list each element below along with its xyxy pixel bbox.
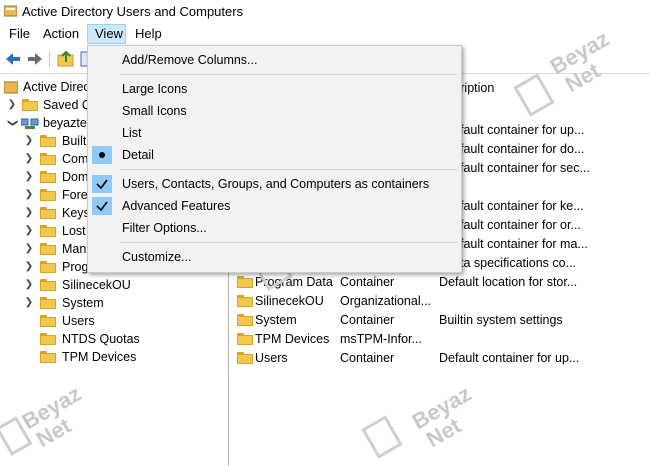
chevron-right-icon[interactable]: ❯ [24, 222, 34, 240]
row-type: Container [340, 275, 395, 289]
tree-item-label: Fore [62, 188, 88, 202]
row-description: Builtin system settings [439, 313, 563, 327]
row-name: SilinecekOU [255, 294, 324, 308]
app-icon [4, 5, 17, 17]
ou-folder-icon [40, 171, 56, 183]
row-name: Users [255, 351, 288, 365]
toolbar-divider [49, 51, 50, 67]
chevron-right-icon[interactable]: ❯ [24, 132, 34, 150]
tree-item-label: System [62, 296, 104, 310]
menu-item-detail[interactable]: Detail [89, 145, 459, 165]
menu-item-users-contacts-containers[interactable]: Users, Contacts, Groups, and Computers a… [89, 174, 459, 194]
chevron-right-icon[interactable]: ❯ [24, 294, 34, 312]
tree-item-label: TPM Devices [62, 350, 137, 364]
chevron-right-icon[interactable]: ❯ [24, 240, 34, 258]
tree-item-label: Man [62, 242, 87, 256]
folder-icon [40, 297, 56, 309]
folder-icon [237, 352, 253, 364]
up-folder-icon[interactable] [56, 49, 76, 69]
ou-folder-icon [40, 279, 56, 291]
row-type: Container [340, 351, 395, 365]
table-row[interactable]: TPM Devices msTPM-Infor... [232, 330, 650, 349]
menu-item-filter-options[interactable]: Filter Options... [89, 218, 459, 238]
folder-icon [22, 99, 38, 111]
ad-console-icon [4, 81, 18, 94]
chevron-down-icon[interactable]: ❯ [3, 118, 21, 128]
table-row[interactable]: Program Data Container Default location … [232, 273, 650, 292]
menu-help[interactable]: Help [128, 24, 169, 44]
chevron-right-icon[interactable]: ❯ [24, 258, 34, 276]
forward-arrow-icon[interactable] [25, 49, 45, 69]
row-description: ta specifications co... [460, 256, 577, 270]
menu-view[interactable]: View [87, 24, 126, 44]
row-description: fault container for ma... [460, 237, 588, 251]
chevron-right-icon[interactable]: ❯ [24, 168, 34, 186]
menu-item-large-icons[interactable]: Large Icons [89, 79, 459, 99]
folder-icon [40, 315, 56, 327]
menu-separator [119, 74, 457, 75]
row-name: TPM Devices [255, 332, 330, 346]
row-description: fault container for ke... [460, 199, 584, 213]
row-type: Container [340, 313, 395, 327]
folder-icon [40, 153, 56, 165]
folder-icon [40, 135, 56, 147]
row-type: Organizational... [340, 294, 432, 308]
menu-item-advanced-features[interactable]: Advanced Features [89, 196, 459, 216]
tree-item-label: Saved Q [43, 98, 92, 112]
menu-item-small-icons[interactable]: Small Icons [89, 101, 459, 121]
ou-folder-icon [237, 295, 253, 307]
folder-icon [40, 351, 56, 363]
tree-item-label: Dom [62, 170, 89, 184]
domain-icon [21, 118, 39, 129]
tree-item-label: Com [62, 152, 89, 166]
chevron-right-icon[interactable]: ❯ [24, 150, 34, 168]
row-type: msTPM-Infor... [340, 332, 422, 346]
row-description: Default location for stor... [439, 275, 578, 289]
menu-separator [119, 242, 457, 243]
menu-bar: File Action View Help [0, 24, 650, 45]
row-description: fault container for up... [460, 123, 585, 137]
tree-item-label: Keys [62, 206, 90, 220]
checkmark-icon [92, 197, 112, 215]
tree-item-label: Built [62, 134, 87, 148]
folder-icon [40, 333, 56, 345]
table-row[interactable]: SilinecekOU Organizational... [232, 292, 650, 311]
menu-item-add-remove-columns[interactable]: Add/Remove Columns... [89, 50, 459, 70]
folder-icon [40, 243, 56, 255]
table-row[interactable]: System Container Builtin system settings [232, 311, 650, 330]
tree-item-label: Users [62, 314, 95, 328]
chevron-right-icon[interactable]: ❯ [24, 204, 34, 222]
title-bar: Active Directory Users and Computers [0, 0, 650, 24]
tree-item-label: beyazte [43, 116, 87, 130]
radio-bullet-icon [92, 146, 112, 164]
folder-icon [237, 333, 253, 345]
chevron-right-icon[interactable]: ❯ [24, 276, 34, 294]
chevron-right-icon[interactable]: ❯ [24, 186, 34, 204]
row-description: fault container for sec... [460, 161, 590, 175]
folder-icon [40, 207, 56, 219]
window-title: Active Directory Users and Computers [22, 4, 244, 19]
menu-item-customize[interactable]: Customize... [89, 247, 459, 267]
menu-action[interactable]: Action [36, 24, 86, 44]
row-description: fault container for do... [460, 142, 585, 156]
menu-separator [119, 169, 457, 170]
folder-icon [40, 225, 56, 237]
view-menu-dropdown: Add/Remove Columns... Large Icons Small … [87, 45, 462, 273]
menu-file[interactable]: File [2, 24, 37, 44]
folder-icon [40, 261, 56, 273]
chevron-right-icon[interactable]: ❯ [7, 96, 17, 114]
row-description: Default container for up... [439, 351, 580, 365]
folder-icon [40, 189, 56, 201]
menu-item-list[interactable]: List [89, 123, 459, 143]
tree-item-label: SilinecekOU [62, 278, 131, 292]
table-row[interactable]: Users Container Default container for up… [232, 349, 650, 368]
folder-icon [237, 276, 253, 288]
tree-item-label: Lost [62, 224, 86, 238]
checkmark-icon [92, 175, 112, 193]
folder-icon [237, 314, 253, 326]
row-description: fault container for or... [460, 218, 581, 232]
row-name: System [255, 313, 297, 327]
tree-item-label: NTDS Quotas [62, 332, 140, 346]
back-arrow-icon[interactable] [3, 49, 23, 69]
